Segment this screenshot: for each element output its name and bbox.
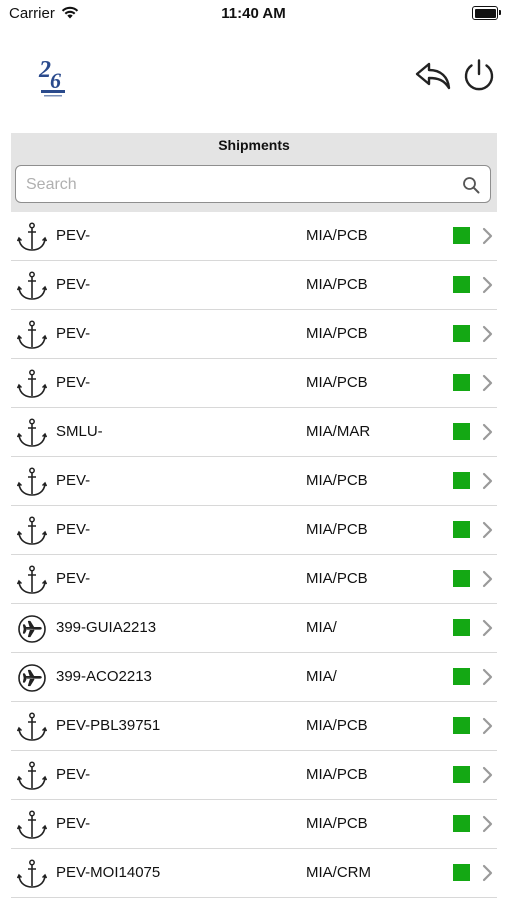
status-indicator — [453, 815, 470, 832]
chevron-right-icon — [482, 423, 493, 441]
anchor-icon — [16, 369, 48, 399]
status-indicator — [453, 864, 470, 881]
chevron-right-icon — [482, 521, 493, 539]
shipment-route: MIA/PCB — [306, 717, 368, 734]
anchor-icon — [16, 320, 48, 350]
shipment-row[interactable]: PEV- MIA/PCB — [11, 310, 497, 359]
clock: 11:40 AM — [221, 5, 286, 22]
shipment-route: MIA/PCB — [306, 815, 368, 832]
shipment-row[interactable]: 399-ACO2213 MIA/ — [11, 653, 497, 702]
status-indicator — [453, 374, 470, 391]
search-input[interactable] — [24, 170, 458, 200]
status-indicator — [453, 570, 470, 587]
shipment-route: MIA/PCB — [306, 521, 368, 538]
airplane-icon — [17, 663, 47, 693]
shipment-reference: PEV- — [56, 472, 91, 489]
chevron-right-icon — [482, 619, 493, 637]
search-bar — [11, 158, 497, 212]
status-indicator — [453, 619, 470, 636]
shipment-reference: SMLU- — [56, 423, 103, 440]
chevron-right-icon — [482, 717, 493, 735]
anchor-icon — [16, 565, 48, 595]
anchor-icon — [16, 418, 48, 448]
shipment-route: MIA/PCB — [306, 227, 368, 244]
chevron-right-icon — [482, 374, 493, 392]
shipment-route: MIA/MAR — [306, 423, 371, 440]
power-icon[interactable] — [461, 57, 497, 93]
shipment-row[interactable]: PEV- MIA/PCB — [11, 555, 497, 604]
anchor-icon — [16, 516, 48, 546]
shipment-row[interactable]: PEV- MIA/PCB — [11, 751, 497, 800]
shipment-route: MIA/CRM — [306, 864, 371, 881]
status-bar: Carrier 11:40 AM — [0, 0, 507, 30]
status-indicator — [453, 472, 470, 489]
anchor-icon — [16, 712, 48, 742]
chevron-right-icon — [482, 815, 493, 833]
shipment-reference: PEV- — [56, 325, 91, 342]
shipment-route: MIA/PCB — [306, 276, 368, 293]
anchor-icon — [16, 271, 48, 301]
shipment-row[interactable]: PEV-MOI14075 MIA/CRM — [11, 849, 497, 898]
shipment-reference: PEV- — [56, 815, 91, 832]
chevron-right-icon — [482, 766, 493, 784]
chevron-right-icon — [482, 276, 493, 294]
shipment-route: MIA/PCB — [306, 766, 368, 783]
anchor-icon — [16, 859, 48, 889]
shipment-reference: PEV- — [56, 521, 91, 538]
shipment-reference: PEV- — [56, 227, 91, 244]
status-indicator — [453, 227, 470, 244]
shipment-route: MIA/PCB — [306, 374, 368, 391]
shipment-route: MIA/PCB — [306, 325, 368, 342]
status-indicator — [453, 766, 470, 783]
shipment-reference: PEV-PBL39751 — [56, 717, 161, 734]
shipment-row[interactable]: PEV-PBL39751 MIA/PCB — [11, 702, 497, 751]
shipment-route: MIA/ — [306, 668, 337, 685]
page-title: Shipments — [11, 133, 497, 158]
chevron-right-icon — [482, 325, 493, 343]
shipment-row[interactable]: 399-GUIA2213 MIA/ — [11, 604, 497, 653]
shipment-row[interactable]: PEV- MIA/PCB — [11, 457, 497, 506]
status-indicator — [453, 717, 470, 734]
svg-text:6: 6 — [50, 68, 61, 93]
status-indicator — [453, 325, 470, 342]
shipment-route: MIA/PCB — [306, 472, 368, 489]
shipment-reference: PEV-MOI14075 — [56, 864, 161, 881]
shipment-reference: 399-ACO2213 — [56, 668, 152, 685]
airplane-icon — [17, 614, 47, 644]
shipment-row[interactable]: PEV- MIA/PCB — [11, 359, 497, 408]
shipment-row[interactable]: PEV- MIA/PCB — [11, 800, 497, 849]
anchor-icon — [16, 761, 48, 791]
search-field[interactable] — [15, 165, 491, 203]
chevron-right-icon — [482, 227, 493, 245]
shipment-list: PEV- MIA/PCB PEV- MIA/PCB PEV- MIA/PCB P… — [11, 212, 497, 898]
reply-arrow-icon[interactable] — [414, 58, 452, 92]
status-indicator — [453, 276, 470, 293]
shipment-reference: PEV- — [56, 276, 91, 293]
chevron-right-icon — [482, 570, 493, 588]
anchor-icon — [16, 467, 48, 497]
battery-icon — [472, 6, 501, 20]
anchor-icon — [16, 810, 48, 840]
chevron-right-icon — [482, 472, 493, 490]
shipment-route: MIA/ — [306, 619, 337, 636]
shipment-reference: PEV- — [56, 570, 91, 587]
anchor-icon — [16, 222, 48, 252]
status-indicator — [453, 668, 470, 685]
status-indicator — [453, 521, 470, 538]
company-logo: 2 6 — [38, 57, 65, 97]
shipment-route: MIA/PCB — [306, 570, 368, 587]
shipment-reference: 399-GUIA2213 — [56, 619, 157, 636]
shipment-row[interactable]: PEV- MIA/PCB — [11, 261, 497, 310]
shipment-reference: PEV- — [56, 766, 91, 783]
shipment-row[interactable]: PEV- MIA/PCB — [11, 212, 497, 261]
shipment-row[interactable]: PEV- MIA/PCB — [11, 506, 497, 555]
chevron-right-icon — [482, 668, 493, 686]
shipment-reference: PEV- — [56, 374, 91, 391]
status-indicator — [453, 423, 470, 440]
shipment-row[interactable]: SMLU- MIA/MAR — [11, 408, 497, 457]
chevron-right-icon — [482, 864, 493, 882]
search-icon[interactable] — [462, 176, 480, 194]
